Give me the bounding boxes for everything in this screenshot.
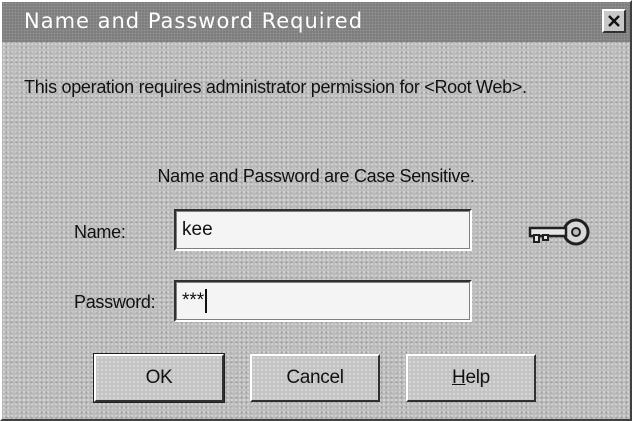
name-input[interactable]: kee [174,209,472,251]
help-mnemonic: H [452,367,466,388]
password-label: Password: [74,292,156,312]
cancel-button[interactable]: Cancel [250,354,380,402]
name-input-value: kee [182,219,213,240]
cancel-button-label: Cancel [286,367,344,388]
name-label: Name: [74,222,126,242]
case-sensitive-note: Name and Password are Case Sensitive. [157,166,475,186]
help-label-rest: elp [465,367,490,388]
ok-button-label: OK [145,367,173,388]
ok-button[interactable]: OK [93,353,225,403]
title-bar[interactable]: Name and Password Required [2,2,630,42]
password-input[interactable]: *** [174,280,472,322]
key-icon [524,214,594,255]
text-caret [205,289,208,313]
window-title: Name and Password Required [24,9,364,33]
help-button-label: Help [452,367,490,389]
permission-message: This operation requires administrator pe… [24,77,527,97]
help-button[interactable]: Help [406,354,536,402]
login-dialog: Name and Password Required This operatio… [0,0,632,421]
close-button[interactable] [602,9,626,33]
close-x-icon [607,14,621,28]
password-input-value: *** [182,290,205,311]
